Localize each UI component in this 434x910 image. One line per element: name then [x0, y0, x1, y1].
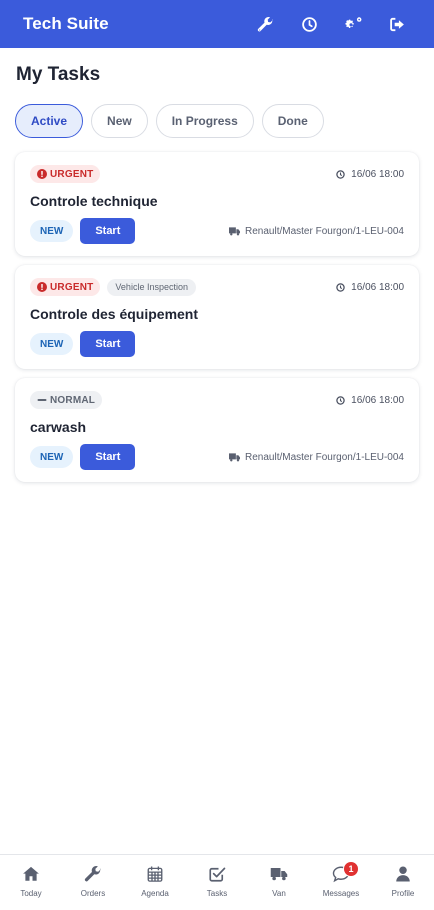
filter-active[interactable]: Active [15, 104, 84, 138]
exclamation-circle-icon [37, 169, 47, 179]
header-actions [243, 0, 419, 48]
task-card[interactable]: URGENT Vehicle Inspection 16/06 18:00 Co… [15, 265, 419, 369]
truck-icon [229, 452, 241, 461]
task-title: Controle technique [30, 193, 158, 209]
checkbox-icon [209, 867, 226, 882]
wrench-icon [84, 866, 101, 882]
page-title: My Tasks [16, 64, 101, 85]
task-title: Controle des équipement [30, 306, 199, 322]
user-icon [396, 866, 410, 882]
start-button[interactable]: Start [80, 218, 136, 244]
nav-label: Messages [322, 889, 360, 898]
priority-badge: URGENT [30, 165, 101, 183]
clock-icon[interactable] [287, 0, 331, 48]
filter-in-progress[interactable]: In Progress [155, 104, 254, 138]
nav-profile[interactable]: Profile [372, 855, 434, 910]
unread-count-badge: 1 [343, 861, 359, 877]
nav-label: Today [20, 889, 42, 898]
priority-label: URGENT [50, 168, 94, 180]
due-date-text: 16/06 18:00 [351, 394, 404, 406]
vehicle-info: Renault/Master Fourgon/1-LEU-004 [229, 452, 404, 463]
task-card[interactable]: NORMAL 16/06 18:00 carwash NEW Start Ren… [15, 378, 419, 482]
sign-out-icon[interactable] [375, 0, 419, 48]
filter-done[interactable]: Done [261, 104, 324, 138]
due-date: 16/06 18:00 [336, 395, 404, 406]
minus-icon [37, 399, 47, 401]
nav-agenda[interactable]: Agenda [124, 855, 186, 910]
status-badge: NEW [30, 220, 74, 242]
status-filter-tabs: Active New In Progress Done [15, 104, 332, 138]
priority-badge: NORMAL [30, 391, 103, 409]
task-card[interactable]: URGENT 16/06 18:00 Controle technique NE… [15, 152, 419, 256]
status-badge: NEW [30, 446, 74, 468]
truck-icon [270, 868, 288, 881]
nav-label: Orders [80, 889, 106, 898]
nav-van[interactable]: Van [248, 855, 310, 910]
vehicle-info: Renault/Master Fourgon/1-LEU-004 [229, 226, 404, 237]
status-badge: NEW [30, 333, 74, 355]
priority-label: NORMAL [50, 394, 96, 406]
nav-label: Van [272, 889, 286, 898]
app-title: Tech Suite [23, 14, 109, 33]
start-button[interactable]: Start [80, 444, 136, 470]
calendar-icon [147, 866, 163, 882]
nav-messages[interactable]: 1 Messages [310, 855, 372, 910]
vehicle-label: Renault/Master Fourgon/1-LEU-004 [245, 451, 404, 463]
nav-today[interactable]: Today [0, 855, 62, 910]
nav-label: Tasks [206, 889, 228, 898]
clock-icon [336, 395, 345, 405]
truck-icon [229, 226, 241, 235]
exclamation-circle-icon [37, 282, 47, 292]
due-date-text: 16/06 18:00 [351, 168, 404, 180]
task-type-tag: Vehicle Inspection [107, 278, 196, 296]
nav-tasks[interactable]: Tasks [186, 855, 248, 910]
task-title: carwash [30, 419, 87, 435]
priority-label: URGENT [50, 281, 94, 293]
due-date-text: 16/06 18:00 [351, 281, 404, 293]
start-button[interactable]: Start [80, 331, 136, 357]
vehicle-label: Renault/Master Fourgon/1-LEU-004 [245, 225, 404, 237]
clock-icon [336, 282, 345, 292]
clock-icon [336, 169, 345, 179]
task-list: URGENT 16/06 18:00 Controle technique NE… [15, 152, 419, 491]
due-date: 16/06 18:00 [336, 169, 404, 180]
gears-icon[interactable] [331, 0, 375, 48]
nav-label: Profile [391, 889, 415, 898]
nav-orders[interactable]: Orders [62, 855, 124, 910]
bottom-nav: Today Orders Agenda Tasks Van 1 Messages… [0, 854, 434, 910]
app-header: Tech Suite [0, 0, 434, 48]
filter-new[interactable]: New [91, 104, 148, 138]
home-icon [23, 866, 39, 881]
nav-label: Agenda [141, 889, 169, 898]
priority-badge: URGENT [30, 278, 101, 296]
due-date: 16/06 18:00 [336, 282, 404, 293]
wrench-icon[interactable] [243, 0, 287, 48]
